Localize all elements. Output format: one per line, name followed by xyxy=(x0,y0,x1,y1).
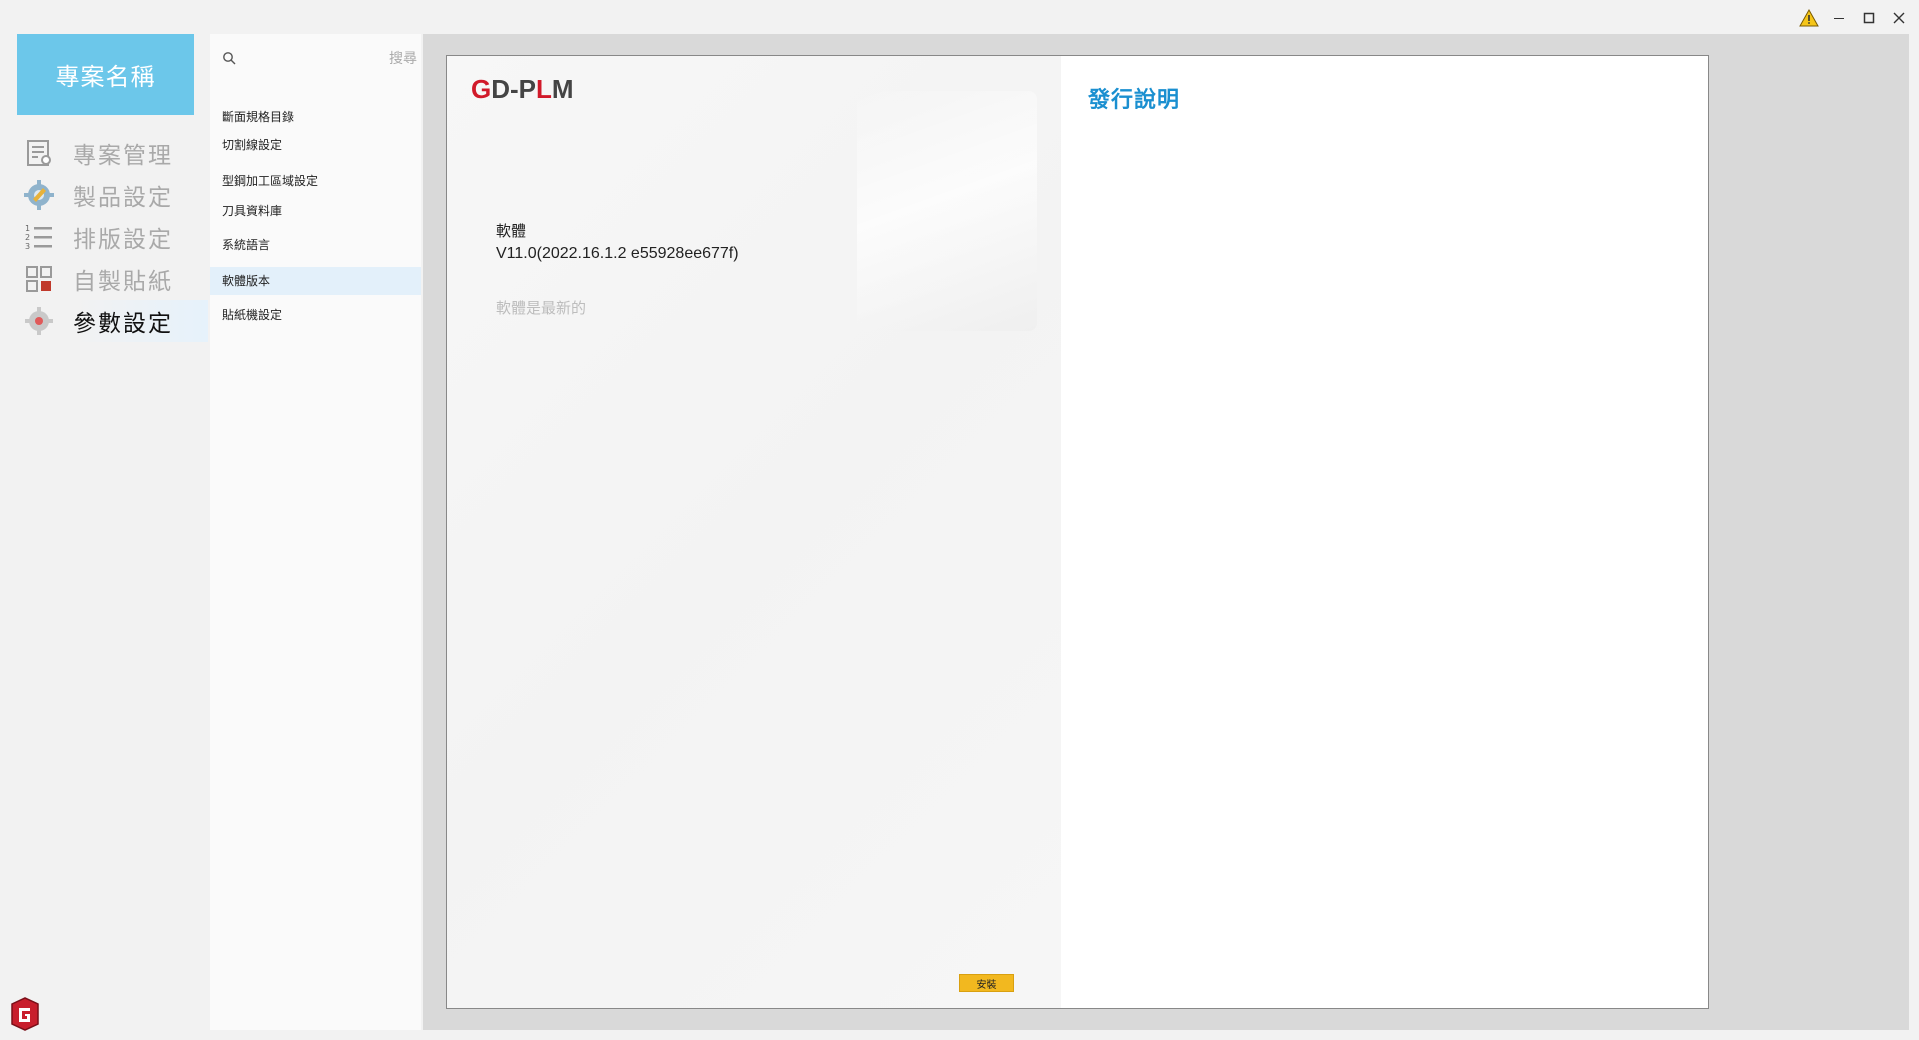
gear-icon xyxy=(19,304,59,338)
software-version-value: V11.0(2022.16.1.2 e55928ee677f) xyxy=(496,245,739,262)
search-input[interactable] xyxy=(240,46,419,72)
warning-icon[interactable] xyxy=(1797,6,1821,30)
release-notes-pane: 發行說明 xyxy=(1061,56,1708,1008)
document-gear-icon xyxy=(19,136,59,170)
watermark-graphic xyxy=(857,91,1037,331)
nav-label: 參數設定 xyxy=(73,311,173,337)
submenu-item-sticker-machine[interactable]: 貼紙機設定 xyxy=(210,301,421,329)
nav-label: 專案管理 xyxy=(73,143,173,169)
nav-label: 自製貼紙 xyxy=(73,269,173,295)
submenu-item-tool-database[interactable]: 刀具資料庫 xyxy=(210,197,421,225)
svg-text:2: 2 xyxy=(25,233,32,242)
product-settings-icon xyxy=(19,178,59,212)
software-version-panel: GD-PLM 軟體 V11.0(2022.16.1.2 e55928ee677f… xyxy=(446,55,1709,1009)
submenu-item-steel-processing-area[interactable]: 型鋼加工區域設定 xyxy=(210,167,421,195)
nav-label: 排版設定 xyxy=(73,227,173,253)
brand-logo: GD-PLM xyxy=(471,74,574,104)
nav-item-product-settings[interactable]: 製品設定 xyxy=(17,174,208,216)
grid-sticker-icon xyxy=(19,262,59,296)
nav-label: 製品設定 xyxy=(73,185,173,211)
svg-text:1: 1 xyxy=(25,224,32,233)
numbered-list-icon: 123 xyxy=(19,220,59,254)
search-icon xyxy=(222,50,236,69)
nav-item-custom-stickers[interactable]: 自製貼紙 xyxy=(17,258,208,300)
nav-item-project-management[interactable]: 專案管理 xyxy=(17,132,208,174)
project-name-label: 專案名稱 xyxy=(55,63,156,91)
settings-submenu: 斷面規格目錄 切割線設定 型鋼加工區域設定 刀具資料庫 系統語言 軟體版本 貼紙… xyxy=(210,34,421,1030)
update-status: 軟體是最新的 xyxy=(496,299,587,317)
submenu-item-system-language[interactable]: 系統語言 xyxy=(210,231,421,259)
search-bar xyxy=(210,46,421,72)
close-icon[interactable] xyxy=(1887,6,1911,30)
install-button-label: 安裝 xyxy=(976,979,997,991)
install-button[interactable]: 安裝 xyxy=(959,974,1014,992)
software-label: 軟體 xyxy=(496,222,527,240)
title-bar xyxy=(0,0,1919,34)
version-info-pane: GD-PLM 軟體 V11.0(2022.16.1.2 e55928ee677f… xyxy=(447,56,1061,1008)
main-nav: 專案管理 製品設定 123 排版設定 自製貼紙 參數設定 xyxy=(17,132,208,342)
submenu-item-section-catalog[interactable]: 斷面規格目錄 xyxy=(210,103,421,131)
window-controls xyxy=(1797,6,1911,30)
svg-text:3: 3 xyxy=(25,242,32,251)
submenu-item-cutting-line[interactable]: 切割線設定 xyxy=(210,131,421,159)
project-name-tile[interactable]: 專案名稱 xyxy=(17,34,194,115)
release-notes-title: 發行說明 xyxy=(1088,88,1181,113)
nav-item-layout-settings[interactable]: 123 排版設定 xyxy=(17,216,208,258)
app-logo-icon xyxy=(8,996,42,1032)
submenu-item-software-version[interactable]: 軟體版本 xyxy=(210,267,421,295)
nav-item-parameter-settings[interactable]: 參數設定 xyxy=(17,300,208,342)
minimize-icon[interactable] xyxy=(1827,6,1851,30)
maximize-icon[interactable] xyxy=(1857,6,1881,30)
